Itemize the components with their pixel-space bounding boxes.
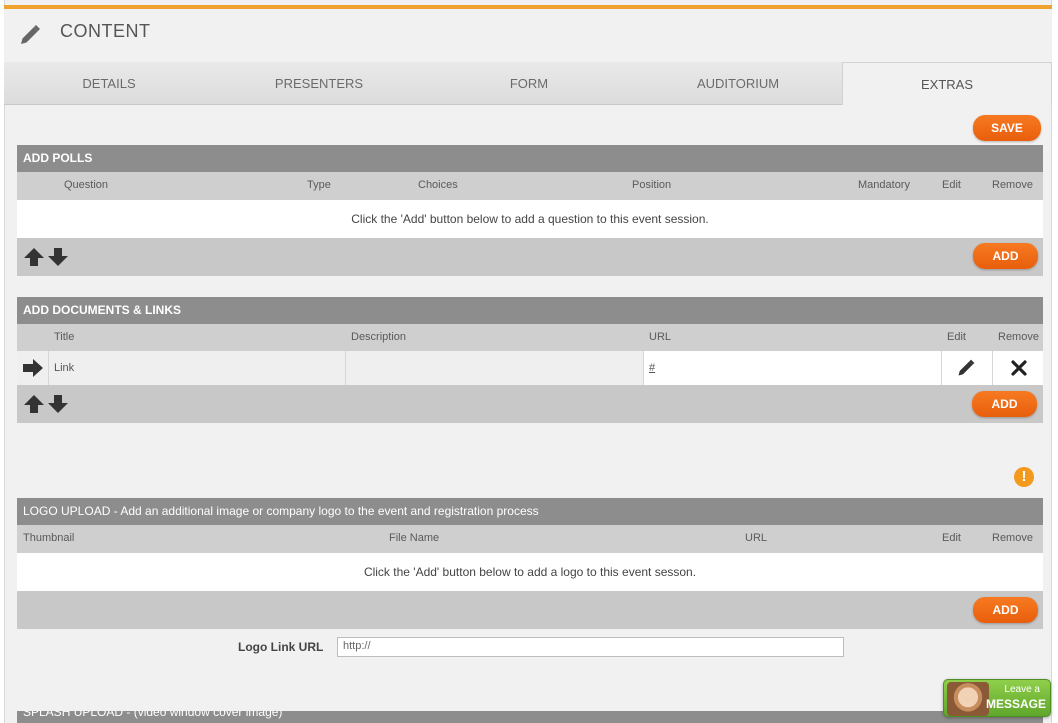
logo-empty-message: Click the 'Add' button below to add a lo… <box>17 553 1043 591</box>
move-down-icon[interactable] <box>47 394 69 414</box>
table-row[interactable]: Link # <box>17 351 1043 385</box>
documents-column-header: Title Description URL Edit Remove <box>17 324 1043 352</box>
col-url: URL <box>745 532 768 544</box>
documents-section-title: ADD DOCUMENTS & LINKS <box>17 297 1043 324</box>
logo-section-title: LOGO UPLOAD - Add an additional image or… <box>17 498 1043 525</box>
col-file-name: File Name <box>389 532 440 544</box>
row-description <box>345 351 643 385</box>
col-mandatory: Mandatory <box>858 179 910 191</box>
col-url: URL <box>649 331 672 343</box>
row-title: Link <box>48 351 345 385</box>
col-title: Title <box>54 331 75 343</box>
row-handle[interactable] <box>17 351 48 385</box>
tab-form[interactable]: FORM <box>424 62 634 105</box>
support-agent-avatar <box>947 682 989 716</box>
warning-icon[interactable]: ! <box>1014 467 1034 487</box>
col-thumbnail: Thumbnail <box>23 532 75 544</box>
remove-button[interactable] <box>992 351 1043 385</box>
col-description: Description <box>351 331 407 343</box>
splash-title-text: SPLASH UPLOAD - (video window cover imag… <box>23 711 283 719</box>
close-icon <box>1011 360 1027 376</box>
polls-add-button[interactable]: ADD <box>973 243 1038 269</box>
save-button[interactable]: SAVE <box>973 115 1041 141</box>
col-edit: Edit <box>942 532 961 544</box>
page-title: CONTENT <box>60 21 151 41</box>
col-choices: Choices <box>418 179 458 191</box>
tab-auditorium[interactable]: AUDITORIUM <box>634 62 842 105</box>
documents-footer: ADD <box>17 385 1043 423</box>
col-position: Position <box>632 179 672 191</box>
move-up-icon[interactable] <box>23 394 45 414</box>
col-question: Question <box>64 179 109 191</box>
logo-link-label: Logo Link URL <box>238 640 324 654</box>
col-edit: Edit <box>942 179 961 191</box>
polls-column-header: Question Type Choices Position Mandatory… <box>17 172 1043 200</box>
tab-bar: DETAILS PRESENTERS FORM AUDITORIUM EXTRA… <box>4 62 1052 105</box>
logo-add-button[interactable]: ADD <box>973 597 1038 623</box>
logo-column-header: Thumbnail File Name URL Edit Remove <box>17 525 1043 553</box>
edit-button[interactable] <box>941 351 992 385</box>
row-url-link[interactable]: # <box>643 351 941 385</box>
tab-details[interactable]: DETAILS <box>4 62 214 105</box>
tab-presenters[interactable]: PRESENTERS <box>214 62 424 105</box>
col-remove: Remove <box>992 532 1033 544</box>
move-up-icon[interactable] <box>23 247 45 267</box>
polls-section-title: ADD POLLS <box>17 145 1043 172</box>
pencil-icon <box>958 359 975 376</box>
col-remove: Remove <box>992 179 1033 191</box>
move-down-icon[interactable] <box>47 247 69 267</box>
polls-empty-message: Click the 'Add' button below to add a qu… <box>17 200 1043 238</box>
polls-footer: ADD <box>17 238 1043 276</box>
arrow-right-icon <box>23 359 43 377</box>
logo-link-input[interactable]: http:// <box>337 637 844 657</box>
leave-message-line2: MESSAGE <box>985 697 1046 711</box>
col-edit: Edit <box>947 331 966 343</box>
leave-message-line1: Leave a <box>1004 684 1040 695</box>
leave-message-widget[interactable]: Leave a MESSAGE <box>943 679 1051 717</box>
splash-section-title: SPLASH UPLOAD - (video window cover imag… <box>17 711 1043 723</box>
logo-footer: ADD <box>17 591 1043 629</box>
col-remove: Remove <box>998 331 1039 343</box>
content-header: CONTENT <box>4 9 1052 62</box>
pencil-icon <box>21 25 40 44</box>
documents-add-button[interactable]: ADD <box>972 391 1037 417</box>
tab-extras[interactable]: EXTRAS <box>842 62 1052 105</box>
col-type: Type <box>307 179 331 191</box>
